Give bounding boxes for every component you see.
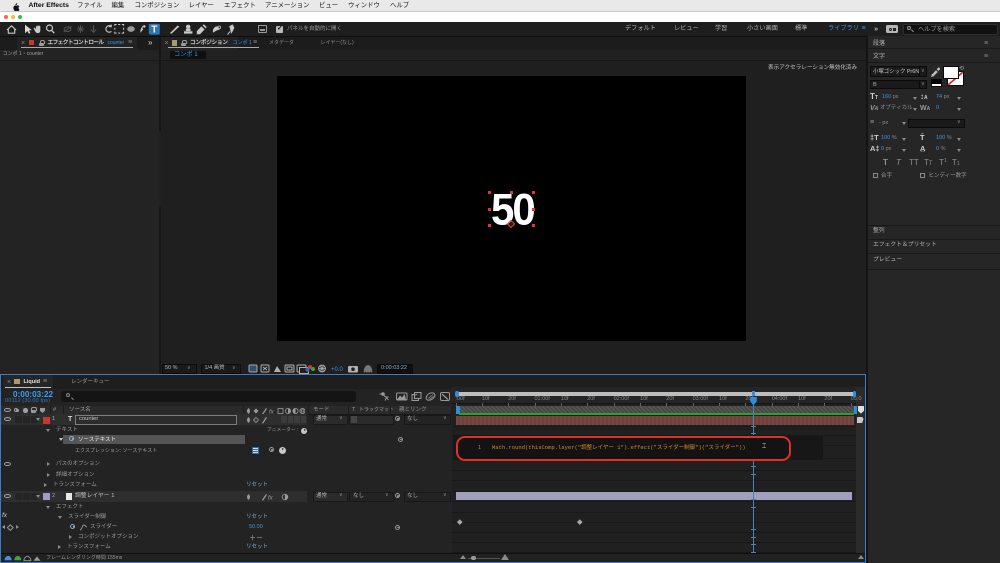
svg-text:fx: fx	[268, 495, 274, 501]
svg-text:+0.0: +0.0	[331, 367, 344, 373]
svg-text:T: T	[151, 25, 157, 36]
